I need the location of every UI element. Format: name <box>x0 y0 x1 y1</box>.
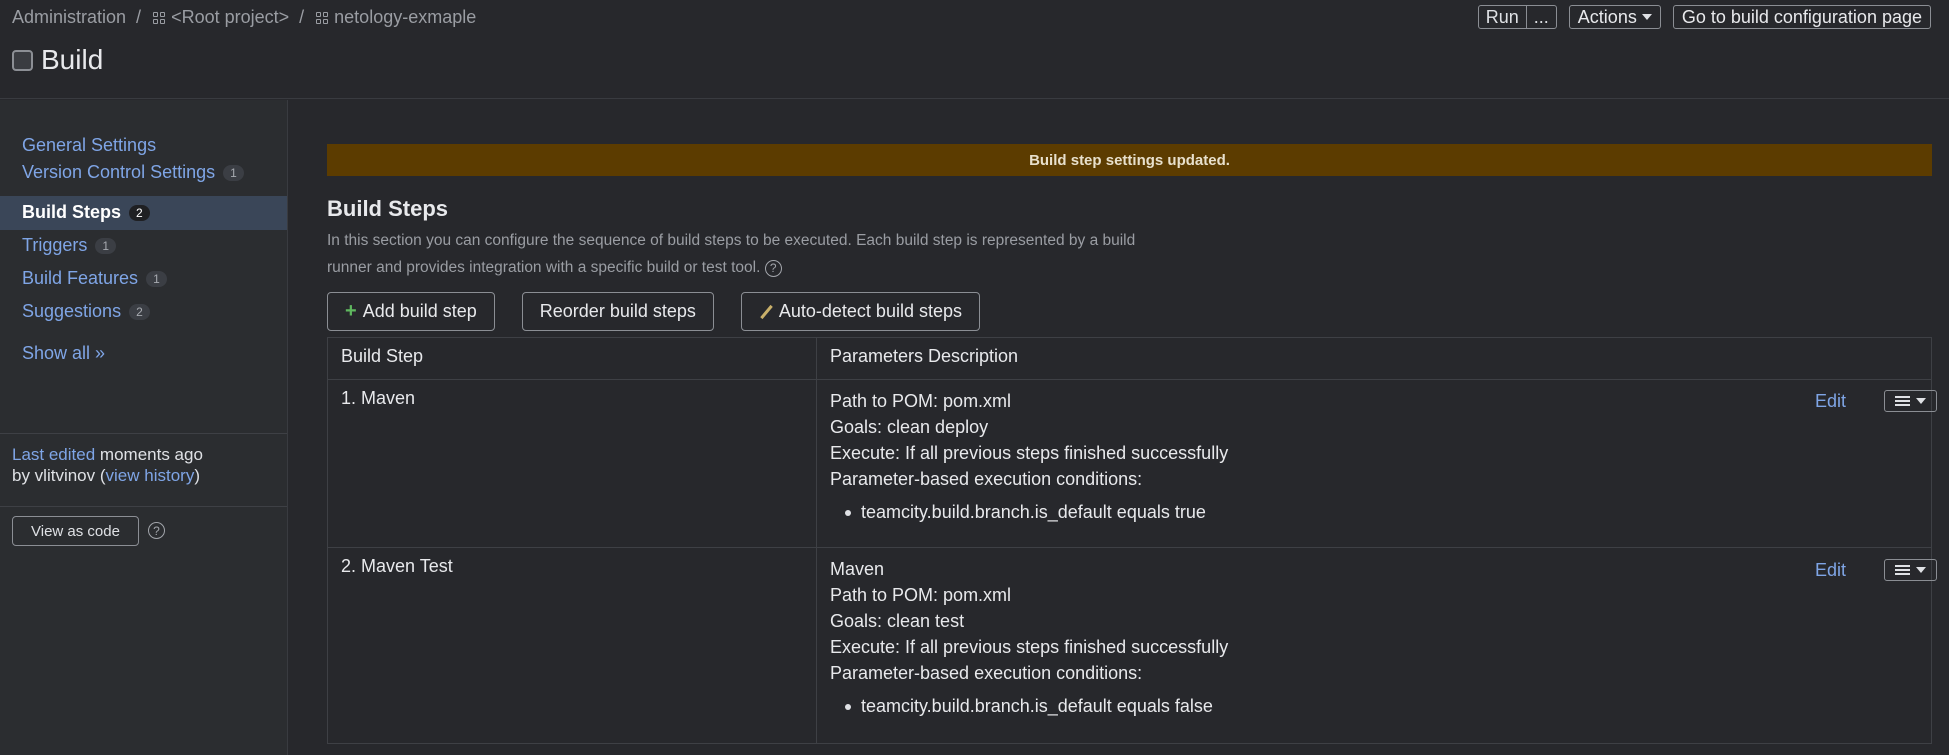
top-actions: Run ... Actions Go to build configuratio… <box>1477 5 1931 29</box>
count-badge: 1 <box>223 164 244 181</box>
edit-link[interactable]: Edit <box>1815 560 1846 581</box>
sidebar-item-label: Build Steps <box>22 202 122 222</box>
chevron-down-icon <box>1641 14 1652 20</box>
reorder-build-steps-button[interactable]: Reorder build steps <box>521 292 714 331</box>
table-row: 2. Maven Test Maven Path to POM: pom.xml… <box>327 547 1932 744</box>
param-pom: Path to POM: pom.xml <box>830 585 1012 605</box>
build-steps-table: Build Step Parameters Description 1. Mav… <box>327 337 1932 744</box>
show-all-link[interactable]: Show all » <box>22 343 105 364</box>
build-config-checkbox-icon <box>12 49 33 71</box>
chevron-down-icon <box>1916 398 1927 404</box>
breadcrumb-separator: / <box>299 7 305 27</box>
sidebar-item-label: Suggestions <box>22 301 122 321</box>
section-title: Build Steps <box>327 196 449 221</box>
magic-wand-icon <box>759 305 773 319</box>
param-pom: Path to POM: pom.xml <box>830 391 1012 411</box>
sidebar-item-suggestions[interactable]: Suggestions 2 <box>22 301 150 322</box>
row-actions: Edit <box>1815 559 1938 581</box>
sidebar-divider <box>0 433 287 434</box>
sidebar-divider <box>0 506 287 507</box>
count-badge: 2 <box>129 204 150 221</box>
condition-text: teamcity.build.branch.is_default equals … <box>861 696 1213 716</box>
run-button[interactable]: Run <box>1479 6 1526 28</box>
param-execute: Execute: If all previous steps finished … <box>830 443 1229 463</box>
sidebar-item-general-settings[interactable]: General Settings <box>22 135 156 156</box>
row-menu-button[interactable] <box>1884 559 1938 581</box>
help-icon[interactable]: ? <box>764 260 782 277</box>
sidebar-item-label: Version Control Settings <box>22 162 216 182</box>
table-row: 1. Maven Path to POM: pom.xml Goals: cle… <box>327 379 1932 548</box>
edit-link[interactable]: Edit <box>1815 391 1846 412</box>
parameters-cell: Path to POM: pom.xml Goals: clean deploy… <box>816 379 1932 548</box>
project-icon <box>316 11 329 24</box>
sidebar-item-build-features[interactable]: Build Features 1 <box>22 268 167 289</box>
sidebar-item-version-control-settings[interactable]: Version Control Settings 1 <box>22 162 244 183</box>
auto-detect-label: Auto-detect build steps <box>778 301 962 321</box>
param-goals: Goals: clean deploy <box>830 417 989 437</box>
add-build-step-label: Add build step <box>362 301 477 321</box>
count-badge: 1 <box>95 237 117 254</box>
list-icon <box>1895 395 1911 407</box>
sidebar-item-label: General Settings <box>22 135 157 155</box>
column-header-parameters: Parameters Description <box>816 337 1932 380</box>
last-edited-info: Last edited moments ago by vlitvinov (vi… <box>12 445 203 485</box>
row-menu-button[interactable] <box>1884 390 1938 412</box>
go-to-build-configuration-button[interactable]: Go to build configuration page <box>1672 5 1931 29</box>
condition-item: teamcity.build.branch.is_default equals … <box>845 502 1918 523</box>
project-icon <box>153 11 166 24</box>
title-row: Build <box>12 44 103 76</box>
row-actions: Edit <box>1815 390 1938 412</box>
view-as-code-button[interactable]: View as code <box>12 516 139 546</box>
list-icon <box>1895 564 1911 576</box>
breadcrumb-administration[interactable]: Administration <box>12 7 126 28</box>
sidebar-item-label: Triggers <box>22 235 88 255</box>
success-banner: Build step settings updated. <box>327 144 1932 176</box>
bullet-icon <box>845 703 851 710</box>
last-edited-time: moments ago <box>99 445 203 464</box>
last-edited-by: by vlitvinov <box>12 466 96 485</box>
chevron-down-icon <box>1916 567 1927 573</box>
breadcrumb-separator: / <box>136 7 142 27</box>
param-goals: Goals: clean test <box>830 611 965 631</box>
param-conditions-title: Parameter-based execution conditions: <box>830 469 1143 489</box>
help-icon[interactable]: ? <box>148 522 165 539</box>
add-build-step-button[interactable]: + Add build step <box>327 292 495 331</box>
column-header-build-step: Build Step <box>327 337 817 380</box>
run-button-group: Run ... <box>1477 5 1557 29</box>
actions-dropdown[interactable]: Actions <box>1568 5 1661 29</box>
bullet-icon <box>845 509 851 516</box>
param-runner: Maven <box>830 559 885 579</box>
build-step-actions: + Add build step Reorder build steps Aut… <box>327 292 980 331</box>
build-step-name[interactable]: 1. Maven <box>327 379 817 548</box>
section-description: In this section you can configure the se… <box>327 227 1147 281</box>
count-badge: 2 <box>129 303 150 320</box>
condition-item: teamcity.build.branch.is_default equals … <box>845 696 1918 717</box>
actions-label: Actions <box>1577 6 1637 27</box>
breadcrumb-project[interactable]: netology-exmaple <box>334 7 476 28</box>
sidebar-item-triggers[interactable]: Triggers 1 <box>22 235 117 256</box>
table-header-row: Build Step Parameters Description <box>327 337 1932 380</box>
sidebar: General Settings Version Control Setting… <box>0 100 288 755</box>
param-conditions-title: Parameter-based execution conditions: <box>830 663 1143 683</box>
sidebar-item-label: Build Features <box>22 268 139 288</box>
breadcrumb-root-project[interactable]: <Root project> <box>171 7 289 28</box>
parameters-cell: Maven Path to POM: pom.xml Goals: clean … <box>816 547 1932 744</box>
plus-icon: + <box>345 300 357 322</box>
section-description-text: In this section you can configure the se… <box>327 232 1136 276</box>
condition-text: teamcity.build.branch.is_default equals … <box>861 502 1206 522</box>
main-content: Build step settings updated. Build Steps… <box>288 100 1949 755</box>
page-title: Build <box>41 44 104 75</box>
build-step-name[interactable]: 2. Maven Test <box>327 547 817 744</box>
sidebar-item-build-steps[interactable]: Build Steps 2 <box>22 202 150 223</box>
run-options-button[interactable]: ... <box>1525 6 1556 28</box>
last-edited-link[interactable]: Last edited <box>12 445 95 464</box>
view-history-link[interactable]: view history <box>106 466 195 485</box>
param-execute: Execute: If all previous steps finished … <box>830 637 1229 657</box>
breadcrumb: Administration / <Root project> / netolo… <box>12 7 476 28</box>
header: Administration / <Root project> / netolo… <box>0 0 1949 99</box>
auto-detect-build-steps-button[interactable]: Auto-detect build steps <box>740 292 980 331</box>
count-badge: 1 <box>146 270 167 287</box>
